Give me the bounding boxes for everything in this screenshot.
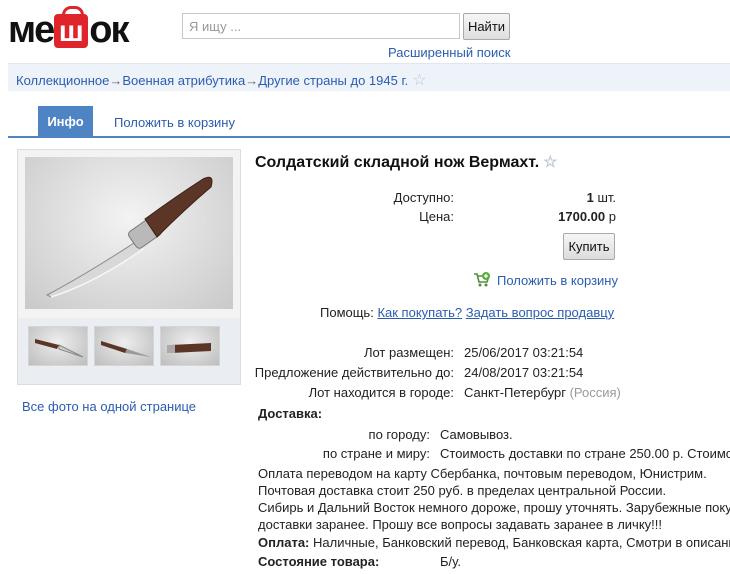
thumbnail-1[interactable] [28, 326, 88, 366]
main-photo[interactable] [25, 157, 233, 309]
cart-add-icon [474, 272, 491, 287]
payment-row: Оплата: Наличные, Банковский перевод, Ба… [258, 534, 730, 551]
payment-value: Наличные, Банковский перевод, Банковская… [313, 535, 730, 550]
logo-bag-icon: ш [54, 6, 89, 48]
add-to-cart-link[interactable]: Положить в корзину [473, 272, 618, 288]
breadcrumb-separator: → [109, 73, 123, 88]
item-title-text: Солдатский складной нож Вермахт. [255, 154, 540, 171]
breadcrumb-separator: → [245, 73, 259, 88]
delivery-country-label: по стране и миру: [322, 446, 430, 461]
available-unit: шт. [597, 190, 616, 205]
delivery-city-value: Самовывоз. [440, 427, 513, 442]
offer-valid-value: 24/08/2017 03:21:54 [464, 365, 584, 380]
breadcrumb-item-other-countries[interactable]: Другие страны до 1945 г. [258, 73, 408, 88]
available-value: 1 шт. [560, 190, 616, 205]
breadcrumb-item-military[interactable]: Военная атрибутика [122, 73, 245, 88]
breadcrumb: Коллекционное→Военная атрибутика→Другие … [8, 63, 730, 91]
favorite-star-icon[interactable]: ☆ [412, 72, 426, 89]
search-input[interactable] [182, 13, 460, 39]
add-to-cart-label: Положить в корзину [497, 272, 618, 288]
lot-placed-value: 25/06/2017 03:21:54 [464, 345, 584, 360]
price-amount: 1700.00 [558, 209, 606, 224]
logo-text-right: ок [89, 9, 129, 51]
breadcrumb-item-collectibles[interactable]: Коллекционное [16, 73, 109, 88]
photo-panel [17, 149, 241, 385]
delivery-note-1: Оплата переводом на карту Сбербанка, поч… [258, 466, 707, 481]
lot-placed-label: Лот размещен: [363, 345, 454, 360]
payment-label: Оплата: [258, 535, 310, 550]
tab-add-to-cart[interactable]: Положить в корзину [114, 115, 235, 130]
advanced-search-link[interactable]: Расширенный поиск [388, 45, 510, 60]
delivery-note-2: Почтовая доставка стоит 250 руб. в преде… [258, 483, 667, 498]
help-label: Помощь: [320, 305, 374, 320]
thumbnail-2[interactable] [94, 326, 154, 366]
knife-image [45, 176, 213, 298]
search-button[interactable]: Найти [463, 13, 510, 40]
delivery-city-label: по городу: [368, 427, 430, 442]
country-name: (Россия) [569, 385, 621, 400]
price-label: Цена: [419, 209, 454, 224]
offer-valid-label: Предложение действительно до: [254, 365, 454, 380]
favorite-star-icon[interactable]: ☆ [543, 154, 557, 171]
delivery-note-4: доставки заранее. Прошу все вопросы зада… [258, 517, 662, 532]
condition-value: Б/у. [440, 554, 461, 569]
city-name: Санкт-Петербург [464, 385, 566, 400]
available-label: Доступно: [393, 190, 454, 205]
buy-button[interactable]: Купить [563, 233, 615, 260]
delivery-note-3: Сибирь и Дальний Восток немного дороже, … [258, 500, 730, 515]
item-title: Солдатский складной нож Вермахт. ☆ [255, 152, 558, 172]
available-count: 1 [586, 190, 594, 205]
tab-bar: Инфо Положить в корзину [8, 106, 730, 138]
logo-text-left: ме [8, 9, 55, 51]
thumbnail-3[interactable] [160, 326, 220, 366]
price-unit: р [608, 209, 616, 224]
price-value: 1700.00 р [540, 209, 616, 224]
thumbnail-strip [18, 318, 240, 384]
delivery-heading: Доставка: [258, 406, 323, 421]
site-logo[interactable]: ме ш ок [8, 6, 129, 51]
city-label: Лот находится в городе: [308, 385, 454, 400]
how-to-buy-link[interactable]: Как покупать? [377, 305, 462, 320]
city-value: Санкт-Петербург (Россия) [464, 385, 621, 400]
delivery-country-value: Стоимость доставки по стране 250.00 р. С… [440, 446, 730, 461]
condition-label: Состояние товара: [258, 554, 380, 569]
help-row: Помощь: Как покупать? Задать вопрос прод… [320, 305, 614, 320]
all-photos-link[interactable]: Все фото на одной странице [22, 399, 196, 414]
ask-seller-link[interactable]: Задать вопрос продавцу [466, 305, 614, 320]
tab-info[interactable]: Инфо [38, 106, 93, 138]
